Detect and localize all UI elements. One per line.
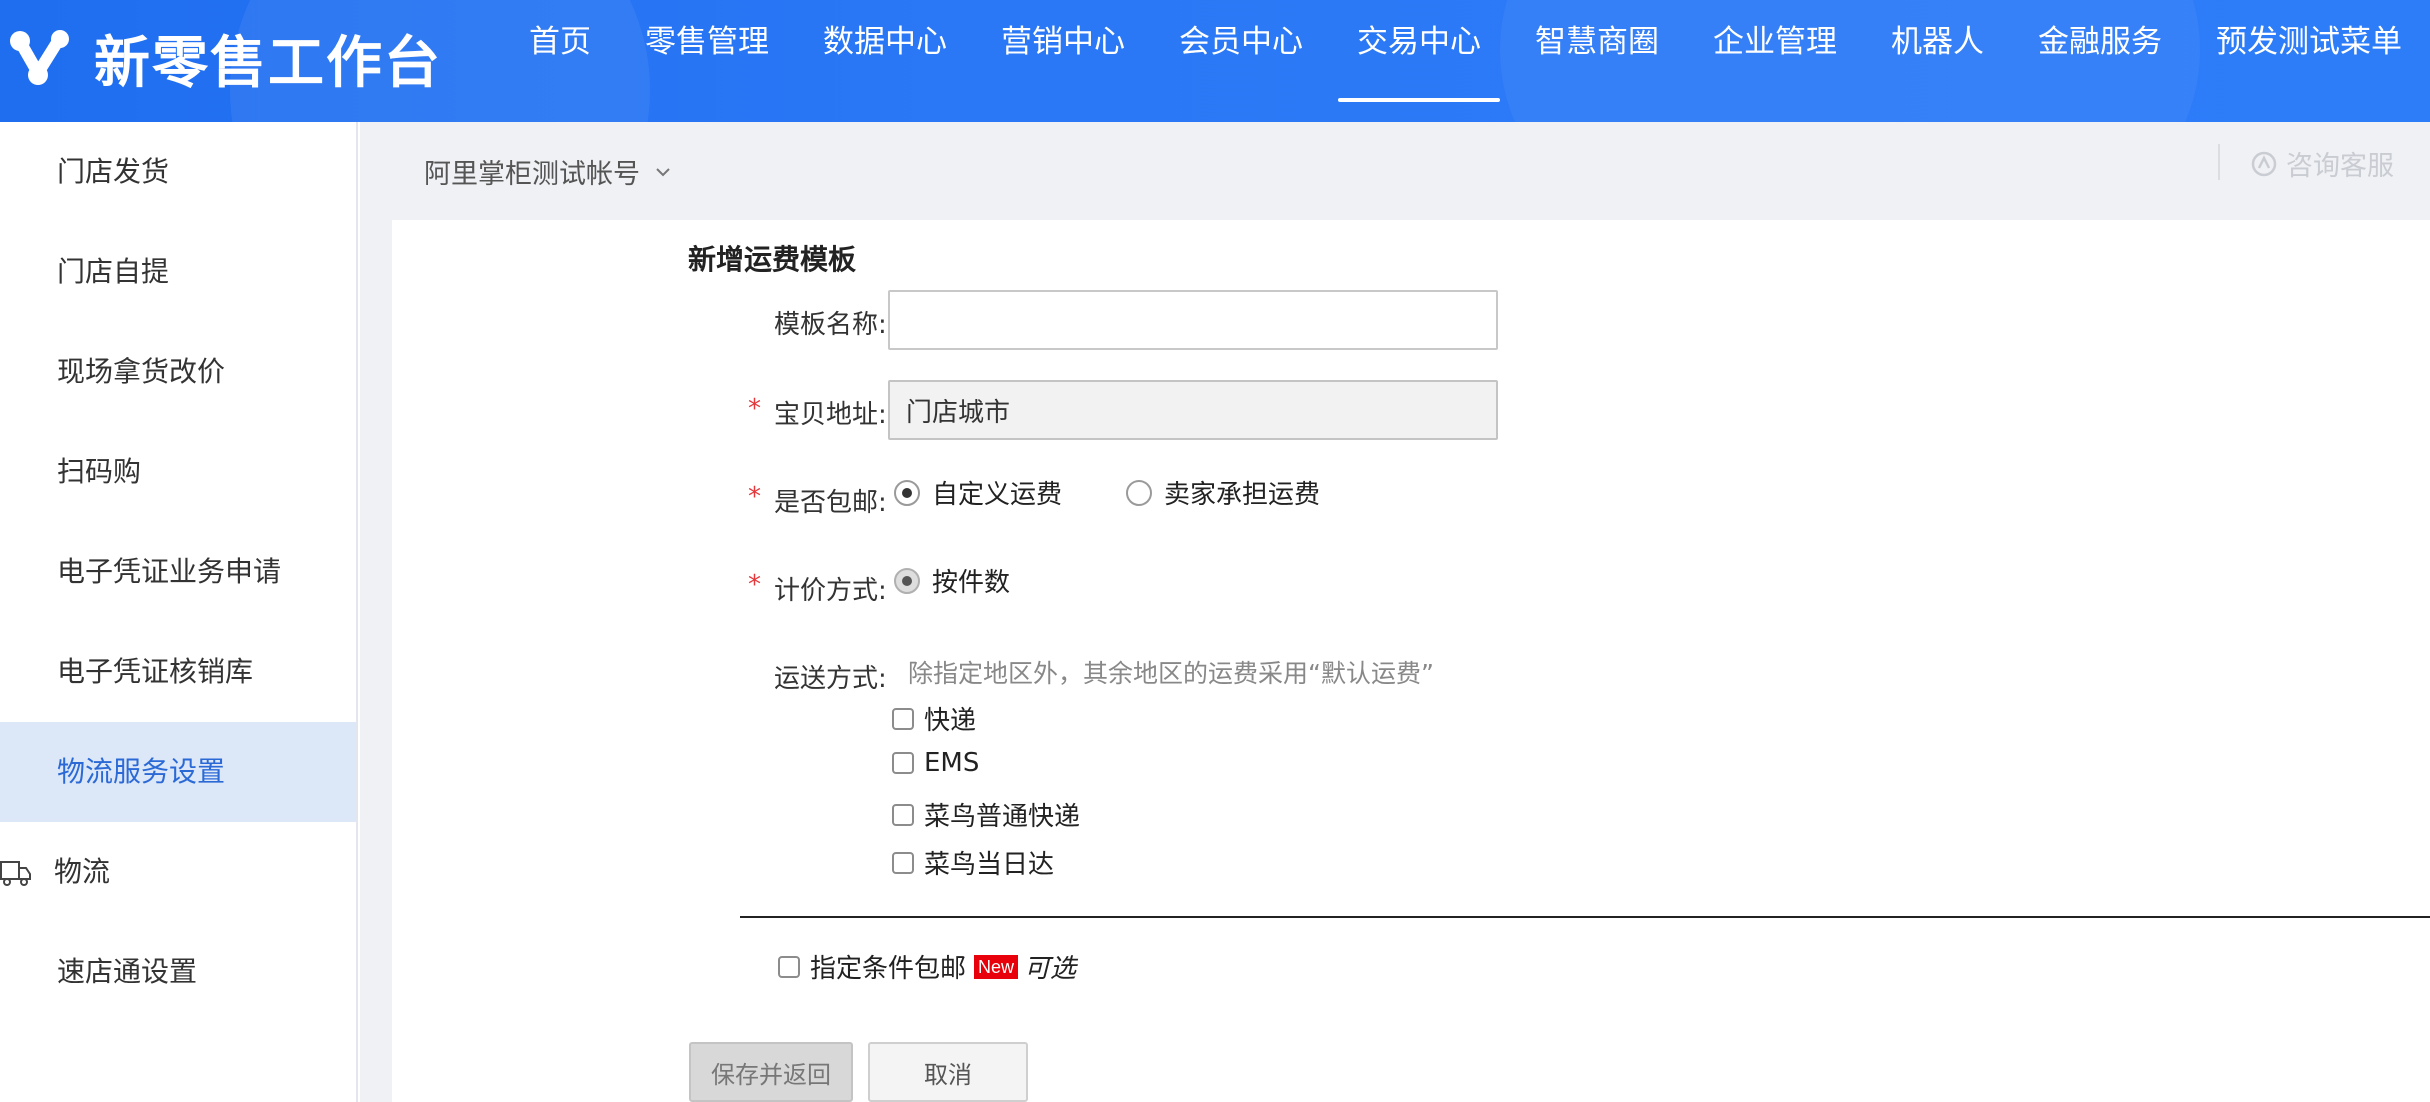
main-nav: 首页 零售管理 数据中心 营销中心 会员中心 交易中心 智慧商圈 企业管理 机器… bbox=[510, 0, 2430, 122]
required-mark: * bbox=[748, 482, 761, 512]
checkbox-label: 菜鸟当日达 bbox=[924, 850, 1055, 880]
optional-label: 可选 bbox=[1024, 954, 1077, 984]
radio-label: 自定义运费 bbox=[932, 480, 1063, 510]
headset-icon bbox=[2251, 151, 2277, 176]
form-title: 新增运费模板 bbox=[688, 243, 857, 276]
sidebar-item-store-delivery[interactable]: 门店发货 bbox=[0, 122, 356, 222]
sidebar-item-onsite-reprice[interactable]: 现场拿货改价 bbox=[0, 322, 356, 422]
radio-by-piece[interactable]: 按件数 bbox=[894, 562, 1010, 599]
checkbox-label: 指定条件包邮 bbox=[810, 954, 967, 984]
nav-item-pre-release[interactable]: 预发测试菜单 bbox=[2197, 0, 2421, 122]
customer-service-label: 咨询客服 bbox=[2286, 151, 2394, 182]
checkbox-conditional-free-shipping[interactable]: 指定条件包邮 New 可选 bbox=[778, 948, 1076, 985]
account-switcher[interactable]: 阿里掌柜测试帐号 bbox=[424, 152, 672, 191]
nav-item-finance[interactable]: 金融服务 bbox=[2019, 0, 2181, 122]
cancel-button[interactable]: 取消 bbox=[868, 1042, 1028, 1102]
header-divider bbox=[2218, 144, 2220, 180]
account-name: 阿里掌柜测试帐号 bbox=[424, 159, 640, 190]
save-and-return-button[interactable]: 保存并返回 bbox=[689, 1042, 853, 1102]
radio-dot bbox=[894, 479, 920, 506]
checkbox-box bbox=[892, 752, 914, 774]
checkbox-express[interactable]: 快递 bbox=[892, 700, 976, 737]
checkbox-box bbox=[892, 803, 914, 826]
radio-seller-pays[interactable]: 卖家承担运费 bbox=[1126, 474, 1320, 511]
sidebar-item-sudiantong[interactable]: 速店通设置 bbox=[0, 922, 356, 1022]
required-mark: * bbox=[748, 394, 761, 424]
address-input[interactable] bbox=[888, 380, 1498, 440]
nav-item-member[interactable]: 会员中心 bbox=[1160, 0, 1322, 122]
sidebar-item-evoucher-apply[interactable]: 电子凭证业务申请 bbox=[0, 522, 356, 622]
sidebar-item-logistics-settings[interactable]: 物流服务设置 bbox=[0, 722, 356, 822]
nav-item-marketing[interactable]: 营销中心 bbox=[982, 0, 1144, 122]
radio-label: 卖家承担运费 bbox=[1164, 480, 1321, 510]
section-divider bbox=[740, 916, 2430, 918]
checkbox-label: 快递 bbox=[924, 706, 977, 736]
top-navigation-bar: 新零售工作台 首页 零售管理 数据中心 营销中心 会员中心 交易中心 智慧商圈 … bbox=[0, 0, 2430, 122]
truck-icon bbox=[0, 861, 31, 886]
checkbox-label: EMS bbox=[924, 748, 980, 778]
checkbox-box bbox=[892, 851, 914, 874]
nav-item-robot[interactable]: 机器人 bbox=[1872, 0, 2003, 122]
checkbox-cainiao-same-day[interactable]: 菜鸟当日达 bbox=[892, 844, 1054, 881]
free-shipping-label: 是否包邮: bbox=[774, 488, 887, 518]
required-mark: * bbox=[748, 570, 761, 600]
checkbox-ems[interactable]: EMS bbox=[892, 748, 979, 778]
radio-label: 按件数 bbox=[932, 568, 1011, 598]
chevron-down-icon bbox=[656, 167, 670, 176]
checkbox-label: 菜鸟普通快递 bbox=[924, 802, 1081, 832]
template-name-input[interactable] bbox=[888, 290, 1498, 350]
sidebar-item-store-pickup[interactable]: 门店自提 bbox=[0, 222, 356, 322]
sidebar: 门店发货 门店自提 现场拿货改价 扫码购 电子凭证业务申请 电子凭证核销库 物流… bbox=[0, 122, 358, 1102]
nav-item-retail[interactable]: 零售管理 bbox=[626, 0, 788, 122]
nav-item-business-circle[interactable]: 智慧商圈 bbox=[1516, 0, 1678, 122]
nav-item-enterprise[interactable]: 企业管理 bbox=[1694, 0, 1856, 122]
delivery-label: 运送方式: bbox=[774, 664, 887, 694]
app-logo[interactable]: 新零售工作台 bbox=[8, 18, 442, 98]
pricing-label: 计价方式: bbox=[774, 576, 887, 606]
radio-dot bbox=[894, 567, 920, 594]
nav-item-data[interactable]: 数据中心 bbox=[804, 0, 966, 122]
checkbox-box bbox=[892, 707, 914, 730]
sidebar-item-logistics[interactable]: 物流 bbox=[0, 822, 356, 922]
checkbox-cainiao-standard[interactable]: 菜鸟普通快递 bbox=[892, 796, 1080, 833]
radio-dot bbox=[1126, 479, 1152, 506]
checkbox-box bbox=[778, 955, 800, 978]
delivery-hint: 除指定地区外，其余地区的运费采用“默认运费” bbox=[908, 659, 1434, 688]
template-name-label: 模板名称: bbox=[774, 310, 887, 340]
nav-item-trade[interactable]: 交易中心 bbox=[1338, 0, 1500, 122]
app-title: 新零售工作台 bbox=[94, 30, 442, 96]
sidebar-item-scan-buy[interactable]: 扫码购 bbox=[0, 422, 356, 522]
nav-item-home[interactable]: 首页 bbox=[510, 0, 610, 122]
new-badge: New bbox=[974, 954, 1019, 979]
form-panel: 新增运费模板 模板名称: * 宝贝地址: * 是否包邮: 自定义运费 卖家承担运… bbox=[392, 220, 2430, 1102]
customer-service-link[interactable]: 咨询客服 bbox=[2250, 144, 2394, 183]
sidebar-item-label: 物流 bbox=[54, 855, 111, 888]
radio-custom-shipping[interactable]: 自定义运费 bbox=[894, 474, 1062, 511]
address-label: 宝贝地址: bbox=[774, 400, 887, 430]
sidebar-item-evoucher-redeem[interactable]: 电子凭证核销库 bbox=[0, 622, 356, 722]
logo-icon bbox=[10, 30, 69, 85]
main-content: 阿里掌柜测试帐号 咨询客服 新增运费模板 模板名称: * 宝贝地址: * 是否包… bbox=[360, 122, 2430, 1102]
